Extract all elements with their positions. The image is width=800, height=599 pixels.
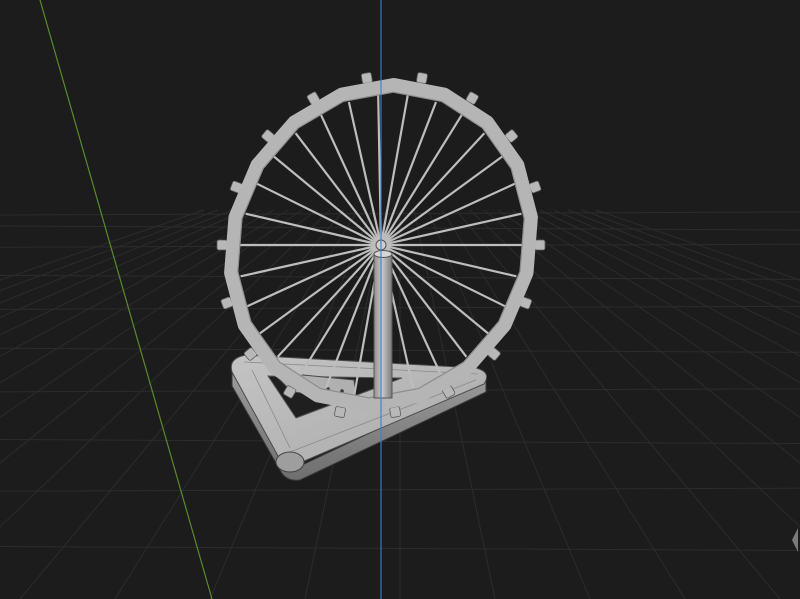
grid-line: [595, 209, 800, 281]
base-corner-cap: [275, 451, 305, 473]
grid-line: [0, 209, 247, 318]
grid-line: [0, 209, 205, 281]
support-column[interactable]: [373, 250, 393, 399]
grid-line: [0, 209, 261, 336]
3d-viewport[interactable]: [0, 0, 800, 599]
x-axis-line: [39, 0, 213, 599]
rim-cabin: [534, 239, 546, 251]
rim-cabin: [389, 406, 402, 418]
rim-cabin: [360, 72, 373, 84]
rim-cabin: [416, 72, 428, 84]
grid-line: [511, 209, 800, 384]
rim-cabin: [334, 406, 346, 418]
grid-line: [553, 209, 800, 318]
grid-line: [455, 209, 781, 599]
column-top-cap: [373, 250, 393, 258]
wheel-spoke: [276, 244, 382, 358]
offscreen-object-fragment: [792, 528, 798, 552]
viewport-canvas[interactable]: [0, 0, 800, 599]
grid-line: [539, 209, 800, 336]
grid-line: [525, 209, 800, 357]
column-shaft: [373, 253, 393, 399]
rim-cabin: [216, 239, 228, 251]
